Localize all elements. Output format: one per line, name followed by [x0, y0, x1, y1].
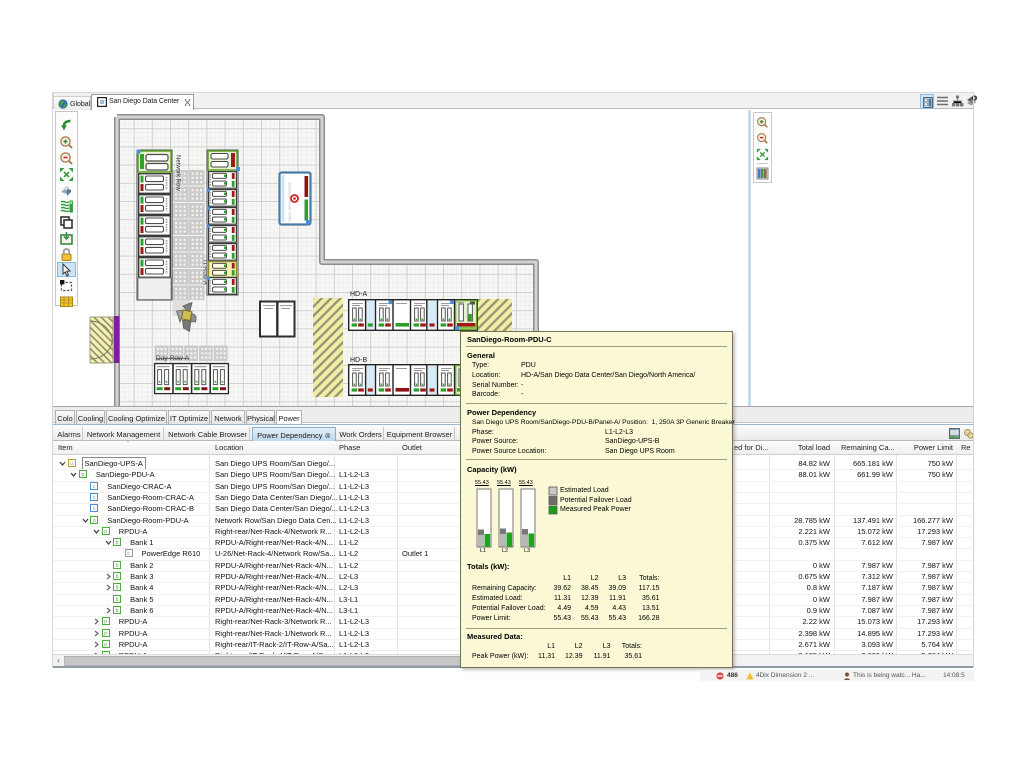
svg-text:HD-B: HD-B [350, 357, 367, 364]
svg-text:HD-A: HD-A [350, 291, 367, 298]
svg-text:Network Row: Network Row [175, 155, 181, 191]
svg-text:Day-Row-A: Day-Row-A [156, 355, 190, 362]
svg-text:SanDiego-Room-CRAC: SanDiego-Room-CRAC [288, 182, 292, 222]
